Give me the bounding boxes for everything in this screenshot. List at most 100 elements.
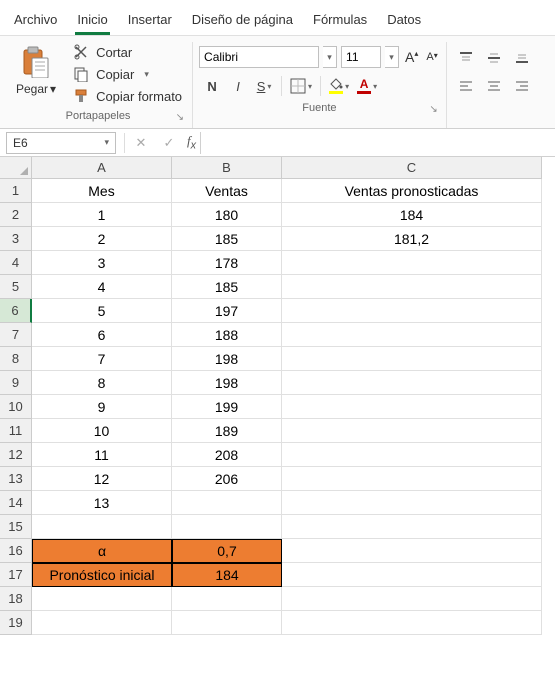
bold-button[interactable]: N [199,74,225,98]
cell[interactable]: 199 [172,395,282,419]
align-center-button[interactable] [481,74,507,98]
cell[interactable] [282,611,542,635]
borders-button[interactable]: ▾ [286,74,316,98]
formula-input[interactable] [200,132,555,154]
cut-button[interactable]: Cortar [68,42,186,62]
row-header[interactable]: 1 [0,179,32,203]
align-bottom-button[interactable] [509,46,535,70]
cell[interactable]: 198 [172,347,282,371]
cell[interactable]: 0,7 [172,539,282,563]
cell[interactable]: 189 [172,419,282,443]
row-header[interactable]: 19 [0,611,32,635]
font-name-dropdown[interactable]: ▾ [323,46,337,68]
cell[interactable]: 180 [172,203,282,227]
menu-diseno[interactable]: Diseño de página [182,6,303,35]
cell[interactable] [282,491,542,515]
cell[interactable]: Pronóstico inicial [32,563,172,587]
row-header[interactable]: 8 [0,347,32,371]
accept-formula-button[interactable]: ✓ [155,131,183,155]
cell[interactable]: 10 [32,419,172,443]
cell[interactable]: 5 [32,299,172,323]
increase-font-size-button[interactable]: A▴ [403,49,420,65]
cell[interactable]: 206 [172,467,282,491]
cell[interactable]: 3 [32,251,172,275]
cell[interactable]: 12 [32,467,172,491]
cell[interactable]: 184 [282,203,542,227]
cell[interactable]: 188 [172,323,282,347]
name-box[interactable]: E6 ▾ [6,132,116,154]
cell[interactable] [172,587,282,611]
cell[interactable] [32,515,172,539]
cell[interactable]: 197 [172,299,282,323]
cell[interactable]: 178 [172,251,282,275]
copy-button[interactable]: Copiar ▾ [68,64,186,84]
underline-button[interactable]: S ▾ [251,74,277,98]
row-header[interactable]: 4 [0,251,32,275]
cell[interactable] [282,515,542,539]
cell[interactable]: 185 [172,275,282,299]
row-header[interactable]: 3 [0,227,32,251]
cell[interactable] [282,299,542,323]
cell[interactable]: 2 [32,227,172,251]
cell[interactable]: 181,2 [282,227,542,251]
font-size-input[interactable] [341,46,381,68]
cell[interactable] [32,611,172,635]
row-header[interactable]: 18 [0,587,32,611]
cell[interactable]: 198 [172,371,282,395]
row-header[interactable]: 11 [0,419,32,443]
menu-formulas[interactable]: Fórmulas [303,6,377,35]
align-left-button[interactable] [453,74,479,98]
row-header[interactable]: 17 [0,563,32,587]
format-painter-button[interactable]: Copiar formato [68,86,186,106]
row-header[interactable]: 12 [0,443,32,467]
cell[interactable] [282,563,542,587]
column-header-A[interactable]: A [32,157,172,179]
fill-color-button[interactable]: ▾ [325,74,353,98]
align-middle-button[interactable] [481,46,507,70]
cell[interactable] [172,611,282,635]
decrease-font-size-button[interactable]: A▾ [424,51,439,63]
menu-insertar[interactable]: Insertar [118,6,182,35]
paste-button[interactable]: Pegar▾ [10,42,62,100]
cell[interactable] [282,275,542,299]
row-header[interactable]: 15 [0,515,32,539]
cell[interactable]: 7 [32,347,172,371]
cell[interactable] [172,515,282,539]
cell[interactable] [172,491,282,515]
cancel-formula-button[interactable]: ✕ [127,131,155,155]
cell[interactable]: 4 [32,275,172,299]
cell[interactable]: Mes [32,179,172,203]
fx-icon[interactable]: fx [187,133,196,152]
cell[interactable]: Ventas pronosticadas [282,179,542,203]
cell[interactable]: 8 [32,371,172,395]
italic-button[interactable]: I [225,74,251,98]
menu-datos[interactable]: Datos [377,6,431,35]
cell[interactable]: 13 [32,491,172,515]
clipboard-dialog-launcher[interactable]: ↘ [176,112,184,123]
cell[interactable]: α [32,539,172,563]
cell[interactable] [282,419,542,443]
menu-inicio[interactable]: Inicio [67,6,117,35]
row-header[interactable]: 16 [0,539,32,563]
align-top-button[interactable] [453,46,479,70]
cell[interactable]: 208 [172,443,282,467]
cell[interactable] [282,443,542,467]
font-name-input[interactable] [199,46,319,68]
column-header-C[interactable]: C [282,157,542,179]
align-right-button[interactable] [509,74,535,98]
row-header[interactable]: 10 [0,395,32,419]
row-header[interactable]: 14 [0,491,32,515]
cell[interactable]: 6 [32,323,172,347]
row-header[interactable]: 7 [0,323,32,347]
cell[interactable] [32,587,172,611]
column-header-B[interactable]: B [172,157,282,179]
cell[interactable]: 1 [32,203,172,227]
cell[interactable] [282,587,542,611]
row-header[interactable]: 13 [0,467,32,491]
cell[interactable]: 185 [172,227,282,251]
font-size-dropdown[interactable]: ▾ [385,46,399,68]
cell[interactable]: 184 [172,563,282,587]
cell[interactable] [282,395,542,419]
cell[interactable] [282,539,542,563]
font-color-button[interactable]: A ▾ [353,74,381,98]
